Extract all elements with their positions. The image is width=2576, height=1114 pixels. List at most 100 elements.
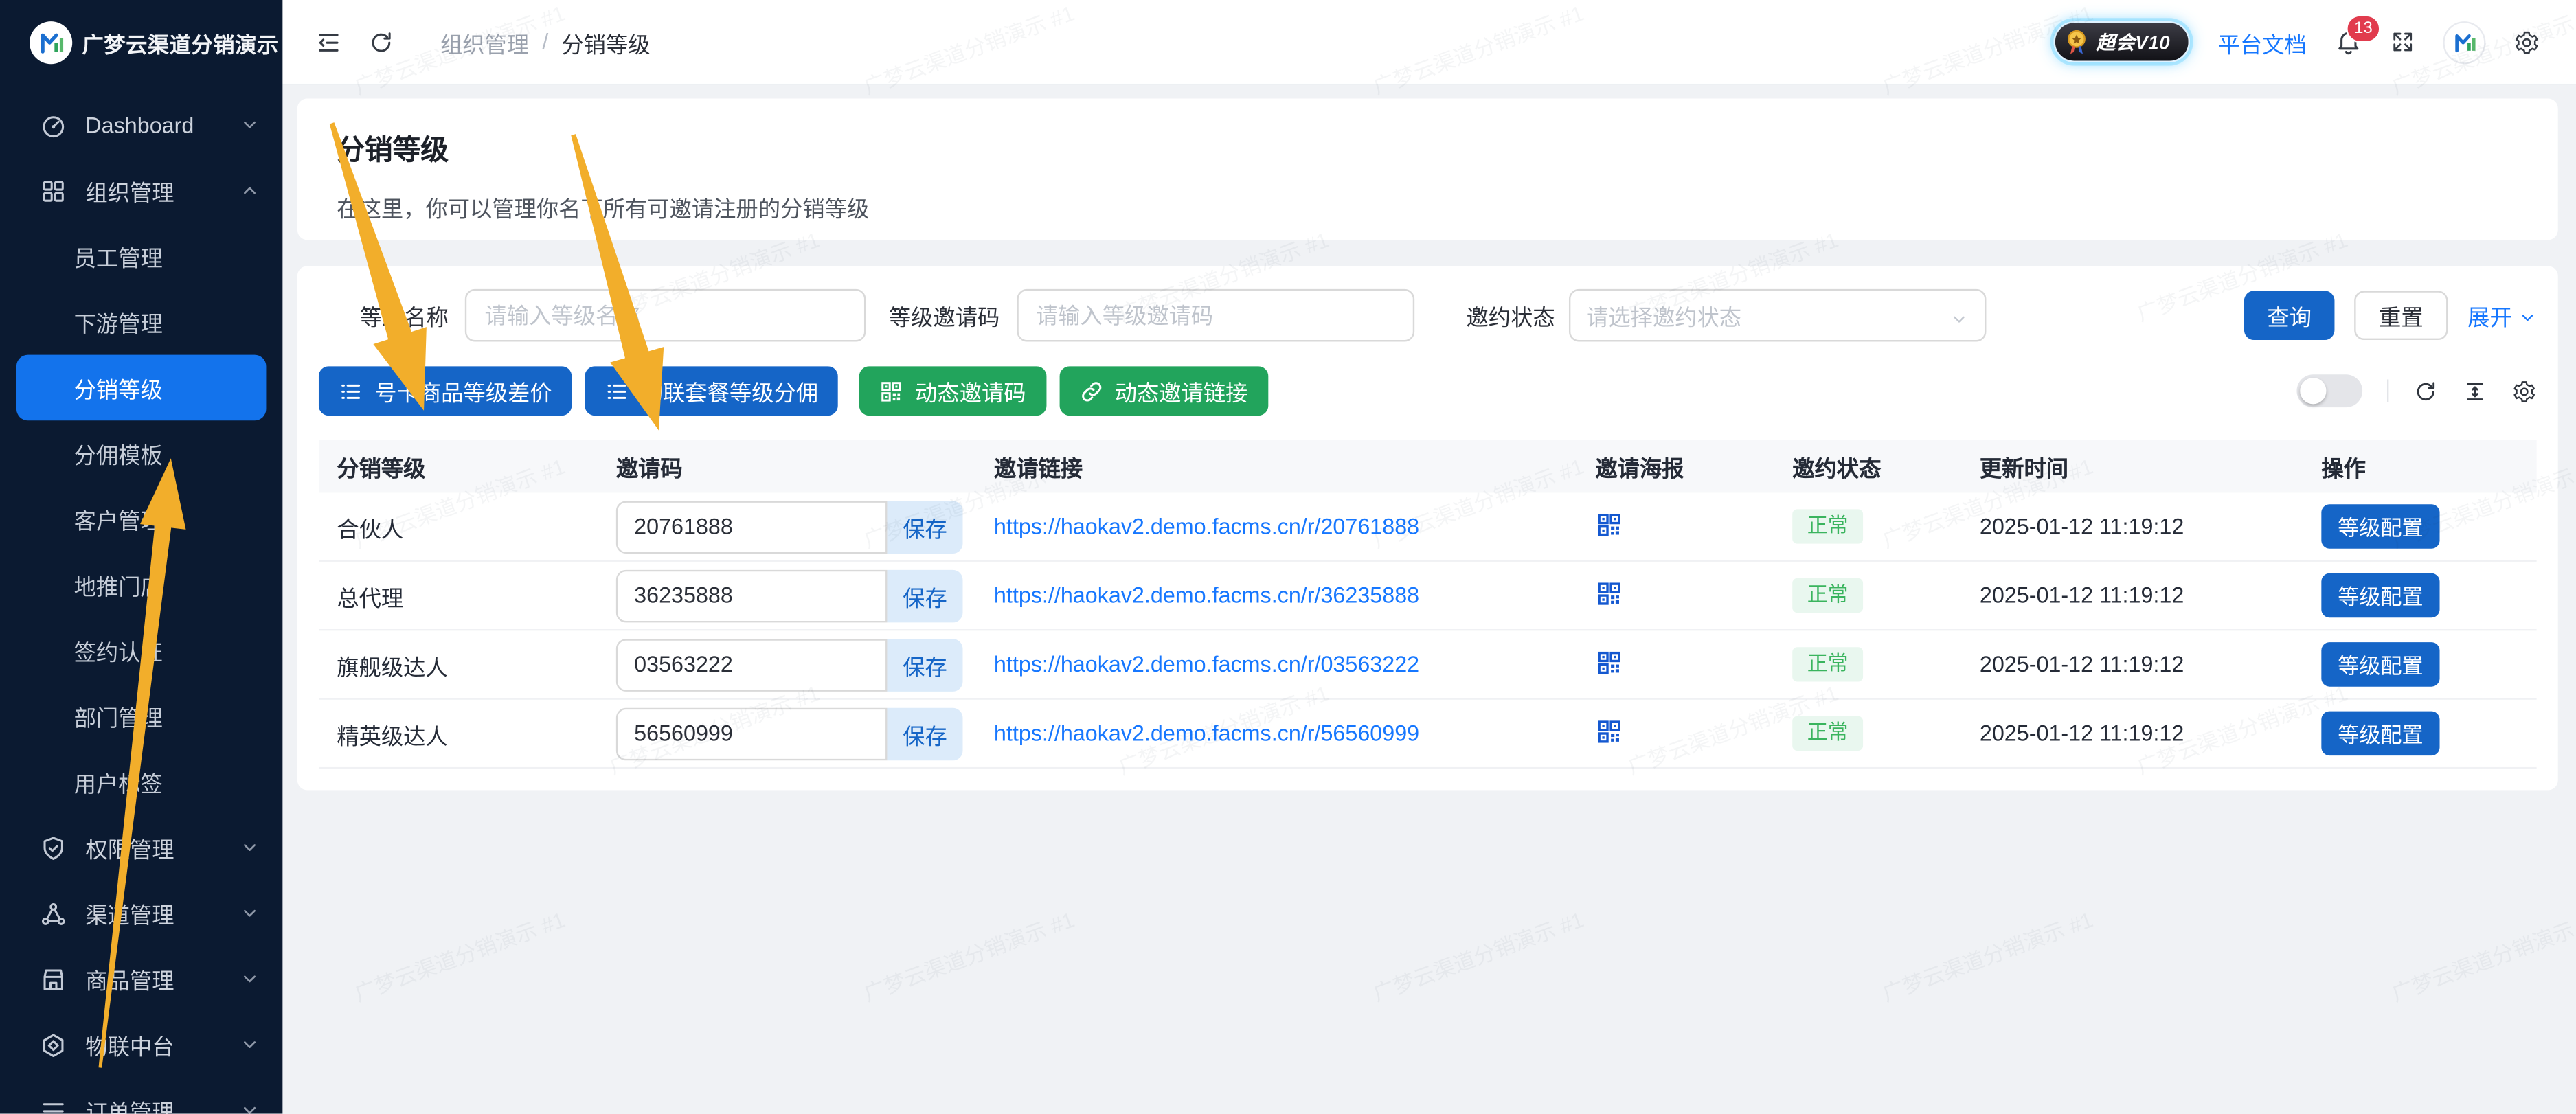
sidebar-item-ground-promotion-store[interactable]: 地推门店 xyxy=(16,552,267,618)
card-product-level-diff-button[interactable]: 号卡商品等级差价 xyxy=(319,366,572,416)
row-height-icon[interactable] xyxy=(2463,378,2487,403)
notification-count-badge: 13 xyxy=(2346,15,2381,43)
sidebar-item-sign-certification[interactable]: 签约认证 xyxy=(16,617,267,683)
invite-status-select[interactable]: 请选择邀约状态 xyxy=(1568,289,1985,342)
toggle-switch[interactable] xyxy=(2296,374,2362,407)
refresh-page-icon[interactable] xyxy=(368,29,394,55)
sidebar-subitem-label: 分销等级 xyxy=(74,372,163,405)
sidebar-item-label: 物联中台 xyxy=(85,1028,240,1061)
level-name: 精英级达人 xyxy=(319,717,598,750)
invite-code-edit-input[interactable] xyxy=(616,500,888,553)
table-toolbar: 号卡商品等级差价 物联套餐等级分佣 动态邀请码 动态邀请链接 xyxy=(319,366,2537,416)
invite-code-edit-input[interactable] xyxy=(616,638,888,691)
invite-link[interactable]: https://haokav2.demo.facms.cn/r/36235888 xyxy=(994,583,1419,608)
brand: 广梦云渠道分销演示 xyxy=(0,0,282,85)
table-row: 旗舰级达人 保存 https://haokav2.demo.facms.cn/r… xyxy=(319,630,2537,699)
fullscreen-icon[interactable] xyxy=(2391,30,2415,54)
invite-poster-qr-icon[interactable] xyxy=(1595,717,1623,745)
invite-link[interactable]: https://haokav2.demo.facms.cn/r/20761888 xyxy=(994,514,1419,539)
brand-logo-icon xyxy=(30,21,72,64)
level-name-input[interactable] xyxy=(465,289,866,342)
save-button[interactable]: 保存 xyxy=(887,500,962,553)
sidebar-item-department-management[interactable]: 部门管理 xyxy=(16,683,267,749)
sidebar-item-order-management[interactable]: 订单管理 xyxy=(0,1078,282,1114)
invite-poster-qr-icon[interactable] xyxy=(1595,579,1623,607)
topbar: 组织管理 / 分销等级 超会V10 平台文档 13 xyxy=(282,0,2576,85)
level-config-button[interactable]: 等级配置 xyxy=(2321,573,2439,618)
sidebar-item-iot-platform[interactable]: 物联中台 xyxy=(0,1012,282,1078)
chevron-down-icon xyxy=(2518,306,2536,324)
level-config-button[interactable]: 等级配置 xyxy=(2321,712,2439,756)
settings-gear-icon[interactable] xyxy=(2513,29,2540,55)
expand-filters-link[interactable]: 展开 xyxy=(2467,299,2536,332)
invite-poster-qr-icon[interactable] xyxy=(1595,648,1623,676)
level-config-button[interactable]: 等级配置 xyxy=(2321,504,2439,549)
sidebar-item-customer-management[interactable]: 客户管理 xyxy=(16,486,267,552)
invite-link[interactable]: https://haokav2.demo.facms.cn/r/03563222 xyxy=(994,652,1419,677)
platform-docs-link[interactable]: 平台文档 xyxy=(2218,25,2307,58)
level-table-card: 等级名称 等级邀请码 邀约状态 请选择邀约状态 查询 重置 展开 xyxy=(297,266,2558,790)
column-settings-gear-icon[interactable] xyxy=(2512,378,2537,403)
breadcrumb: 组织管理 / 分销等级 xyxy=(440,25,651,58)
reload-table-icon[interactable] xyxy=(2413,378,2438,403)
divider xyxy=(2387,379,2388,402)
page-subtitle: 在这里，你可以管理你名下所有可邀请注册的分销等级 xyxy=(337,190,2518,223)
search-button[interactable]: 查询 xyxy=(2244,291,2335,340)
invite-code-edit-input[interactable] xyxy=(616,569,888,622)
notifications-button[interactable]: 13 xyxy=(2334,28,2362,56)
button-label: 物联套餐等级分佣 xyxy=(641,374,818,407)
table-row: 精英级达人 保存 https://haokav2.demo.facms.cn/r… xyxy=(319,700,2537,769)
reset-button[interactable]: 重置 xyxy=(2354,291,2448,340)
invite-code-cell: 保存 xyxy=(598,638,976,691)
level-name: 总代理 xyxy=(319,579,598,612)
invite-code-cell: 保存 xyxy=(598,569,976,622)
sidebar-item-label: 商品管理 xyxy=(85,962,240,995)
iot-package-commission-button[interactable]: 物联套餐等级分佣 xyxy=(585,366,837,416)
bullet-list-icon xyxy=(339,378,363,403)
vip-badge[interactable]: 超会V10 xyxy=(2054,21,2190,62)
save-button[interactable]: 保存 xyxy=(887,638,962,691)
updated-time: 2025-01-12 11:19:12 xyxy=(1962,652,2303,677)
app-window: 广梦云渠道分销演示 Dashboard 组织管理 员工管理 下游管理 分销等级 … xyxy=(0,0,2576,1114)
sidebar-subitem-label: 用户标签 xyxy=(74,765,163,798)
sidebar-item-commission-template[interactable]: 分佣模板 xyxy=(16,420,267,486)
sidebar-item-label: 订单管理 xyxy=(85,1094,240,1114)
breadcrumb-separator: / xyxy=(542,30,548,54)
sidebar-item-org-management[interactable]: 组织管理 xyxy=(0,158,282,224)
button-label: 号卡商品等级差价 xyxy=(374,374,552,407)
chevron-down-icon xyxy=(1950,306,1967,324)
chevron-up-icon xyxy=(240,181,260,201)
sidebar-item-distribution-level[interactable]: 分销等级 xyxy=(16,355,267,421)
save-button[interactable]: 保存 xyxy=(887,707,962,760)
sidebar-nav: Dashboard 组织管理 员工管理 下游管理 分销等级 分佣模板 客户管理 … xyxy=(0,85,282,1113)
chevron-down-icon xyxy=(240,969,260,989)
brand-name: 广梦云渠道分销演示 xyxy=(82,27,279,58)
sidebar-item-user-tags[interactable]: 用户标签 xyxy=(16,749,267,815)
invite-link[interactable]: https://haokav2.demo.facms.cn/r/56560999 xyxy=(994,721,1419,746)
collapse-sidebar-icon[interactable] xyxy=(315,29,341,55)
invite-poster-qr-icon[interactable] xyxy=(1595,510,1623,538)
save-button[interactable]: 保存 xyxy=(887,569,962,622)
sidebar-subitem-label: 客户管理 xyxy=(74,503,163,536)
invite-code-edit-input[interactable] xyxy=(616,707,888,760)
sidebar-item-employee-management[interactable]: 员工管理 xyxy=(16,223,267,289)
sidebar-item-permission-management[interactable]: 权限管理 xyxy=(0,815,282,880)
sidebar-item-dashboard[interactable]: Dashboard xyxy=(0,92,282,158)
avatar[interactable] xyxy=(2443,21,2485,63)
level-config-button[interactable]: 等级配置 xyxy=(2321,642,2439,687)
updated-time: 2025-01-12 11:19:12 xyxy=(1962,514,2303,539)
sidebar-item-label: Dashboard xyxy=(85,113,240,137)
sidebar-item-channel-management[interactable]: 渠道管理 xyxy=(0,880,282,946)
link-icon xyxy=(1078,378,1103,403)
filter-bar: 等级名称 等级邀请码 邀约状态 请选择邀约状态 查询 重置 展开 xyxy=(319,289,2537,342)
vip-badge-label: 超会V10 xyxy=(2097,29,2171,55)
breadcrumb-parent[interactable]: 组织管理 xyxy=(440,25,529,58)
table-tools xyxy=(2296,374,2536,407)
sidebar-subitem-label: 地推门店 xyxy=(74,568,163,601)
dynamic-invite-link-button[interactable]: 动态邀请链接 xyxy=(1059,366,1267,416)
sidebar-item-product-management[interactable]: 商品管理 xyxy=(0,946,282,1012)
dynamic-invite-qr-button[interactable]: 动态邀请码 xyxy=(859,366,1046,416)
invite-code-input[interactable] xyxy=(1016,289,1414,342)
sidebar-item-downstream-management[interactable]: 下游管理 xyxy=(16,289,267,355)
sidebar-item-label: 权限管理 xyxy=(85,831,240,864)
